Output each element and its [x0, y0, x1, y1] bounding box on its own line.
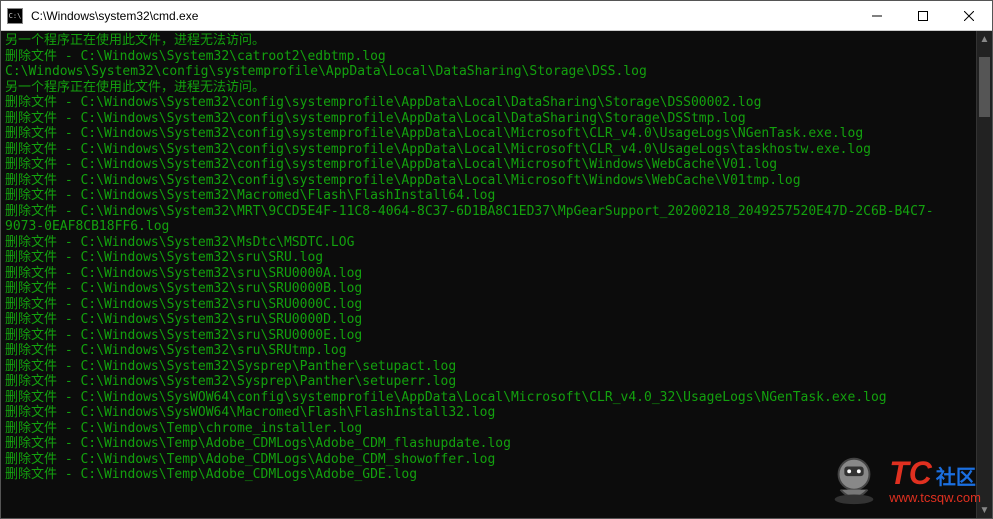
window-title: C:\Windows\system32\cmd.exe: [29, 9, 854, 23]
maximize-icon: [918, 11, 928, 21]
vertical-scrollbar[interactable]: ▲ ▼: [976, 31, 992, 518]
console-output[interactable]: 另一个程序正在使用此文件，进程无法访问。 删除文件 - C:\Windows\S…: [1, 31, 976, 518]
window-controls: [854, 1, 992, 30]
maximize-button[interactable]: [900, 1, 946, 30]
scroll-down-arrow[interactable]: ▼: [977, 502, 992, 518]
minimize-icon: [872, 11, 882, 21]
cmd-window: C:\Windows\system32\cmd.exe 另一个程序正在使用此文件…: [0, 0, 993, 519]
titlebar[interactable]: C:\Windows\system32\cmd.exe: [1, 1, 992, 31]
close-button[interactable]: [946, 1, 992, 30]
close-icon: [964, 11, 974, 21]
scroll-up-arrow[interactable]: ▲: [977, 31, 992, 47]
cmd-icon: [7, 8, 23, 24]
scroll-thumb[interactable]: [979, 57, 990, 117]
minimize-button[interactable]: [854, 1, 900, 30]
console-area: 另一个程序正在使用此文件，进程无法访问。 删除文件 - C:\Windows\S…: [1, 31, 992, 518]
